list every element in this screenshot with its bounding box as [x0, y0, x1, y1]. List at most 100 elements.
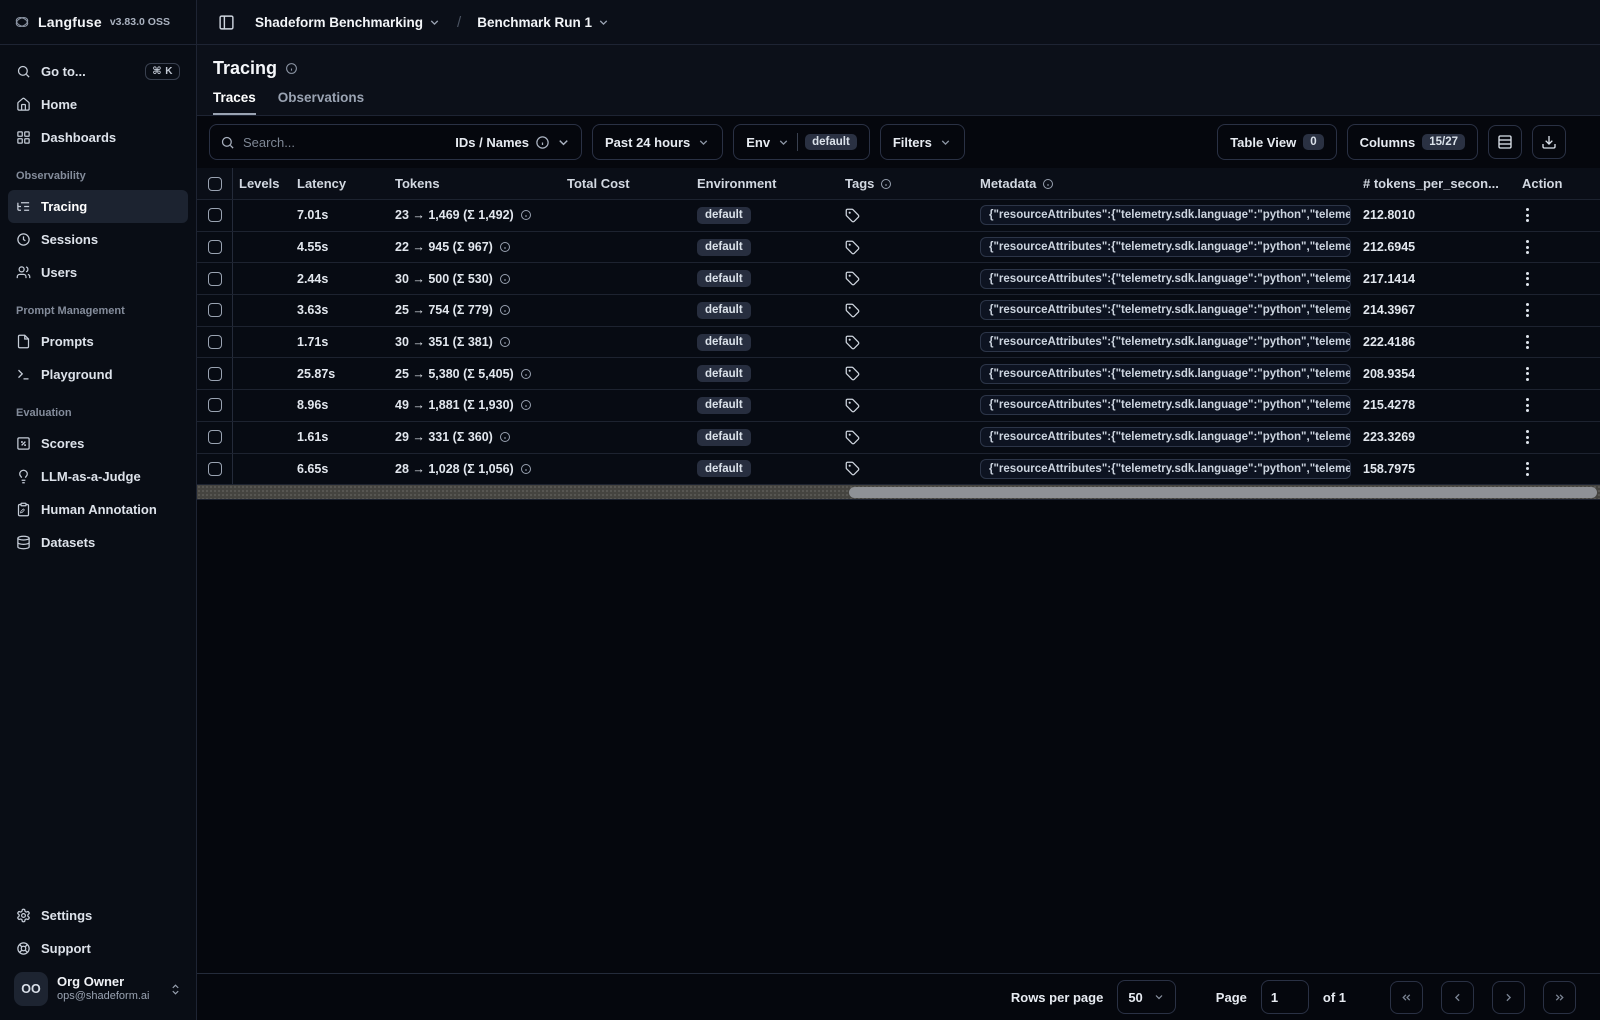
scrollbar-thumb[interactable]: [849, 486, 1597, 498]
column-header-metadata[interactable]: Metadata: [974, 176, 1357, 191]
sidebar-item-support[interactable]: Support: [8, 932, 188, 965]
kebab-menu-icon[interactable]: [1522, 394, 1533, 416]
next-page-button[interactable]: [1492, 980, 1525, 1014]
row-height-button[interactable]: [1488, 125, 1522, 159]
info-icon[interactable]: [520, 368, 532, 380]
metadata-pill[interactable]: {"resourceAttributes":{"telemetry.sdk.la…: [980, 427, 1351, 448]
info-icon[interactable]: [499, 304, 511, 316]
sidebar-item-sessions[interactable]: Sessions: [8, 223, 188, 256]
row-checkbox[interactable]: [207, 208, 222, 223]
sidebar-item-human-annotation[interactable]: Human Annotation: [8, 493, 188, 526]
metadata-pill[interactable]: {"resourceAttributes":{"telemetry.sdk.la…: [980, 205, 1351, 226]
row-checkbox[interactable]: [207, 366, 222, 381]
sidebar-item-tracing[interactable]: Tracing: [8, 190, 188, 223]
sidebar-item-playground[interactable]: Playground: [8, 358, 188, 391]
table-row[interactable]: 1.61s 29 → 331 (Σ 360) default {"resourc…: [197, 421, 1600, 454]
table-row[interactable]: 7.01s 23 → 1,469 (Σ 1,492) default {"res…: [197, 200, 1600, 232]
info-icon[interactable]: [499, 241, 511, 253]
tags-cell[interactable]: [839, 303, 974, 318]
row-checkbox[interactable]: [207, 398, 222, 413]
tags-cell[interactable]: [839, 430, 974, 445]
search-mode-dropdown[interactable]: IDs / Names: [455, 135, 571, 150]
goto-search[interactable]: Go to... ⌘ K: [8, 55, 188, 88]
sidebar-item-settings[interactable]: Settings: [8, 899, 188, 932]
rows-per-page-select[interactable]: 50: [1117, 980, 1176, 1014]
kebab-menu-icon[interactable]: [1522, 331, 1533, 353]
table-row[interactable]: 1.71s 30 → 351 (Σ 381) default {"resourc…: [197, 326, 1600, 359]
metadata-pill[interactable]: {"resourceAttributes":{"telemetry.sdk.la…: [980, 268, 1351, 289]
row-checkbox[interactable]: [207, 240, 222, 255]
metadata-pill[interactable]: {"resourceAttributes":{"telemetry.sdk.la…: [980, 332, 1351, 353]
metadata-pill[interactable]: {"resourceAttributes":{"telemetry.sdk.la…: [980, 237, 1351, 258]
row-checkbox[interactable]: [207, 271, 222, 286]
horizontal-scrollbar[interactable]: [197, 485, 1600, 501]
user-menu[interactable]: OO Org Owner ops@shadeform.ai: [8, 965, 188, 1010]
table-row[interactable]: 25.87s 25 → 5,380 (Σ 5,405) default {"re…: [197, 358, 1600, 391]
kebab-menu-icon[interactable]: [1522, 268, 1533, 290]
tag-icon[interactable]: [845, 208, 860, 223]
export-button[interactable]: [1532, 125, 1566, 159]
filters-dropdown[interactable]: Filters: [879, 124, 965, 160]
kebab-menu-icon[interactable]: [1522, 236, 1533, 258]
tag-icon[interactable]: [845, 335, 860, 350]
tag-icon[interactable]: [845, 271, 860, 286]
kebab-menu-icon[interactable]: [1522, 363, 1533, 385]
tag-icon[interactable]: [845, 461, 860, 476]
sidebar-item-users[interactable]: Users: [8, 256, 188, 289]
project-switcher[interactable]: Benchmark Run 1: [471, 11, 616, 34]
tag-icon[interactable]: [845, 398, 860, 413]
metadata-pill[interactable]: {"resourceAttributes":{"telemetry.sdk.la…: [980, 363, 1351, 384]
sidebar-item-prompts[interactable]: Prompts: [8, 325, 188, 358]
tags-cell[interactable]: [839, 398, 974, 413]
sidebar-item-home[interactable]: Home: [8, 88, 188, 121]
tags-cell[interactable]: [839, 335, 974, 350]
tag-icon[interactable]: [845, 240, 860, 255]
kebab-menu-icon[interactable]: [1522, 426, 1533, 448]
column-header-environment[interactable]: Environment: [691, 176, 839, 191]
info-icon[interactable]: [520, 209, 532, 221]
table-row[interactable]: 8.96s 49 → 1,881 (Σ 1,930) default {"res…: [197, 390, 1600, 422]
tag-icon[interactable]: [845, 366, 860, 381]
table-row[interactable]: 6.65s 28 → 1,028 (Σ 1,056) default {"res…: [197, 453, 1600, 486]
info-icon[interactable]: [499, 336, 511, 348]
info-icon[interactable]: [520, 399, 532, 411]
column-header-tags[interactable]: Tags: [839, 176, 974, 191]
column-header-tokens[interactable]: Tokens: [389, 176, 561, 191]
columns-button[interactable]: Columns 15/27: [1346, 124, 1478, 160]
info-icon[interactable]: [499, 273, 511, 285]
first-page-button[interactable]: [1390, 980, 1423, 1014]
table-row[interactable]: 2.44s 30 → 500 (Σ 530) default {"resourc…: [197, 263, 1600, 296]
env-dropdown[interactable]: Env default: [733, 124, 870, 160]
sidebar-toggle-button[interactable]: [213, 9, 239, 35]
column-header-latency[interactable]: Latency: [291, 176, 389, 191]
tag-icon[interactable]: [845, 303, 860, 318]
metadata-pill[interactable]: {"resourceAttributes":{"telemetry.sdk.la…: [980, 300, 1351, 321]
row-checkbox[interactable]: [207, 303, 222, 318]
kebab-menu-icon[interactable]: [1522, 299, 1533, 321]
table-view-button[interactable]: Table View 0: [1217, 124, 1337, 160]
info-icon[interactable]: [520, 463, 532, 475]
kebab-menu-icon[interactable]: [1522, 458, 1533, 480]
info-icon[interactable]: [285, 62, 298, 75]
sidebar-item-dashboards[interactable]: Dashboards: [8, 121, 188, 154]
sidebar-item-scores[interactable]: Scores: [8, 427, 188, 460]
search-input[interactable]: [243, 134, 448, 150]
tab-observations[interactable]: Observations: [278, 90, 364, 115]
row-checkbox[interactable]: [207, 430, 222, 445]
info-icon[interactable]: [499, 431, 511, 443]
last-page-button[interactable]: [1543, 980, 1576, 1014]
sidebar-item-llm-as-a-judge[interactable]: LLM-as-a-Judge: [8, 460, 188, 493]
table-row[interactable]: 3.63s 25 → 754 (Σ 779) default {"resourc…: [197, 295, 1600, 327]
tags-cell[interactable]: [839, 366, 974, 381]
metadata-pill[interactable]: {"resourceAttributes":{"telemetry.sdk.la…: [980, 395, 1351, 416]
column-header-levels[interactable]: Levels: [233, 176, 291, 191]
tags-cell[interactable]: [839, 461, 974, 476]
row-checkbox[interactable]: [207, 335, 222, 350]
page-number-input[interactable]: [1260, 980, 1309, 1014]
previous-page-button[interactable]: [1441, 980, 1474, 1014]
tags-cell[interactable]: [839, 240, 974, 255]
tags-cell[interactable]: [839, 271, 974, 286]
org-switcher[interactable]: Shadeform Benchmarking: [249, 11, 447, 34]
sidebar-item-datasets[interactable]: Datasets: [8, 526, 188, 559]
tab-traces[interactable]: Traces: [213, 90, 256, 115]
